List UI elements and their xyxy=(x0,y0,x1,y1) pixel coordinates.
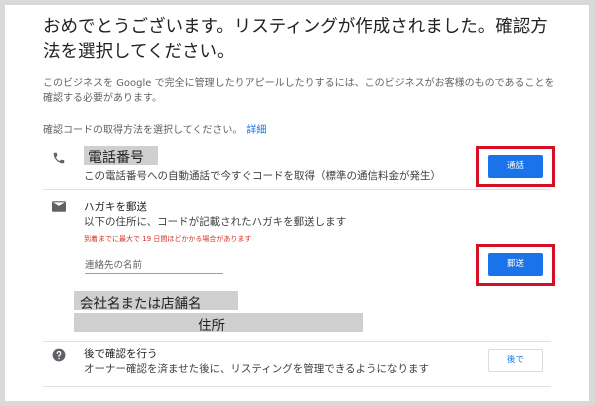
phone-title-highlight: 電話番号 xyxy=(84,146,158,166)
company-name-label: 会社名または店舗名 xyxy=(80,296,202,312)
mail-button[interactable]: 郵送 xyxy=(488,253,543,276)
later-subtitle: オーナー確認を済ませた後に、リスティングを管理できるようになります xyxy=(84,363,430,375)
contact-name-placeholder: 連絡先の名前 xyxy=(85,260,143,271)
divider xyxy=(43,386,551,387)
mail-icon xyxy=(52,201,66,212)
phone-subtitle: この電話番号への自動通話で今すぐコードを取得（標準の通信料金が発生） xyxy=(84,170,441,182)
company-name-highlight: 会社名または店舗名 xyxy=(74,291,238,312)
mail-title: ハガキを郵送 xyxy=(84,201,147,213)
later-title: 後で確認を行う xyxy=(84,348,158,360)
page-description: このビジネスを Google で完全に管理したりアピールしたりするには、このビジ… xyxy=(43,78,555,104)
method-prompt-row: 確認コードの取得方法を選択してください。 詳細 xyxy=(43,121,266,136)
call-button[interactable]: 通話 xyxy=(488,155,543,178)
phone-icon xyxy=(53,152,65,164)
address-label: 住所 xyxy=(198,318,225,334)
method-prompt: 確認コードの取得方法を選択してください。 xyxy=(43,125,243,136)
contact-name-field[interactable]: 連絡先の名前 xyxy=(85,257,223,274)
later-button[interactable]: 後で xyxy=(488,349,543,372)
help-icon xyxy=(52,348,66,362)
phone-title: 電話番号 xyxy=(88,150,144,166)
divider xyxy=(43,341,551,342)
divider xyxy=(43,189,551,190)
mail-subtitle: 以下の住所に、コードが記載されたハガキを郵送します xyxy=(84,216,347,228)
address-highlight: 住所 xyxy=(74,313,363,334)
page-title: おめでとうございます。リスティングが作成されました。確認方法を選択してください。 xyxy=(43,17,548,62)
detail-link[interactable]: 詳細 xyxy=(246,125,266,136)
mail-delivery-note: 到着までに最大で 19 日間ほどかかる場合があります xyxy=(84,235,252,243)
